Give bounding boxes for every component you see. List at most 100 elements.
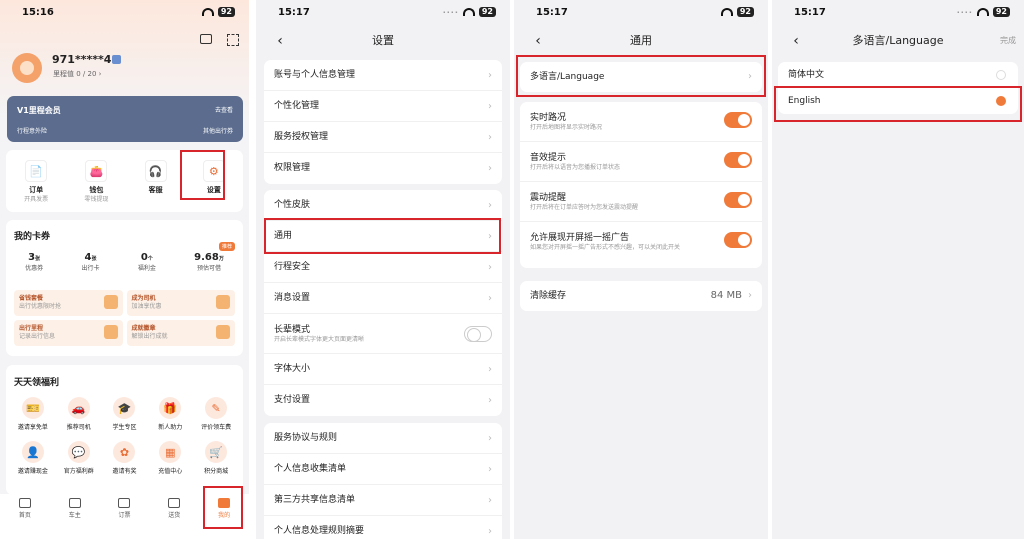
settings-row[interactable]: 个性皮肤 › (264, 190, 502, 221)
welfare-icon: 🎓 (113, 397, 136, 419)
avatar[interactable] (12, 53, 42, 83)
stat-3[interactable]: 9.68万 预估可借 (194, 252, 224, 272)
welfare-label: 邀请享免单 (17, 424, 48, 431)
settings-row[interactable]: 字体大小 › (264, 354, 502, 385)
done-button[interactable]: 完成 (1000, 30, 1016, 52)
welfare-icon: 🛒 (205, 441, 228, 463)
settings-row[interactable]: 个人信息收集清单 › (264, 454, 502, 485)
welfare-icon: 💬 (67, 441, 90, 463)
toggle-label: 震动提醒 (530, 193, 567, 203)
page-title: 多语言/Language (852, 34, 944, 47)
settings-row[interactable]: 账号与个人信息管理 › (264, 60, 502, 91)
message-icon[interactable] (200, 34, 212, 44)
status-time: 15:17 (794, 7, 826, 18)
chevron-right-icon: › (488, 464, 492, 475)
back-icon[interactable]: ‹ (786, 30, 806, 52)
toggle-switch[interactable] (724, 232, 752, 248)
settings-row-label: 个性化管理 (274, 101, 320, 111)
settings-row[interactable]: 支付设置 › (264, 385, 502, 416)
settings-row[interactable]: 通用 › (264, 221, 502, 252)
elder-mode-toggle[interactable] (464, 326, 492, 342)
tab-icon (68, 498, 81, 508)
welfare-item-5[interactable]: 👤 邀请赚现金 (10, 441, 56, 475)
tab-1[interactable]: 车主 (68, 498, 81, 539)
shortcut-label: 钱包 (89, 186, 104, 194)
shortcut-label: 订单 (29, 186, 44, 194)
chevron-right-icon: › (488, 526, 492, 537)
welfare-label: 邀请赚现金 (17, 468, 48, 475)
settings-row[interactable]: 服务授权管理 › (264, 122, 502, 153)
stat-1[interactable]: 4张 出行卡 (81, 252, 99, 272)
welfare-item-0[interactable]: 🎫 邀请享免单 (10, 397, 56, 431)
welfare-item-8[interactable]: ▦ 充值中心 (147, 441, 193, 475)
welfare-item-6[interactable]: 💬 官方福利群 (56, 441, 102, 475)
stat-0[interactable]: 3张 优惠券 (25, 252, 43, 272)
promo-3[interactable]: 成就徽章 解锁出行成就 (126, 320, 235, 346)
welfare-label: 学生专区 (112, 424, 137, 431)
shortcut-sub: 开具发票 (24, 196, 49, 203)
settings-row-label: 权限管理 (274, 163, 311, 173)
tab-label: 首页 (18, 512, 31, 519)
shortcut-2[interactable]: 🎧 客服 (144, 160, 167, 204)
settings-row[interactable]: 行程安全 › (264, 252, 502, 283)
settings-row[interactable]: 个人信息处理规则摘要 › (264, 516, 502, 539)
toggle-label: 允许展现开屏摇一摇广告 (530, 233, 630, 243)
vip-link[interactable]: 去查看 (215, 105, 233, 114)
stat-2[interactable]: 0个 福利金 (138, 252, 156, 272)
settings-row-label: 个性皮肤 (274, 200, 311, 210)
welfare-item-7[interactable]: ✿ 邀请有奖 (102, 441, 148, 475)
shortcut-3[interactable]: ⚙ 设置 (202, 160, 225, 204)
chevron-right-icon: › (488, 231, 492, 242)
settings-row[interactable]: 个性化管理 › (264, 91, 502, 122)
shortcut-card: 📄 订单 开具发票 👛 钱包 零钱提现 🎧 客服 ⚙ 设置 (6, 150, 243, 212)
welfare-item-4[interactable]: ✎ 评价领车费 (193, 397, 239, 431)
vip-card[interactable]: V1里程会员 去查看 行程意外险 其他出行券 (7, 96, 243, 142)
settings-screen: 15:17 ···· 92 ‹ 设置 账号与个人信息管理 › 个性化管理 › 服务授权管理 › 权… (256, 0, 510, 539)
tab-4[interactable]: 我的 (218, 498, 230, 539)
promo-0[interactable]: 省钱套餐 出行优惠限时抢 (14, 290, 123, 316)
toggle-switch[interactable] (724, 112, 752, 128)
welfare-card: 天天领福利 🎫 邀请享免单 🚗 推荐司机 🎓 学生专区 🎁 新人助力 ✎ 评价领车费 👤 邀请赚现金 💬… (6, 365, 243, 495)
settings-row-label: 账号与个人信息管理 (274, 70, 356, 80)
settings-group-1: 账号与个人信息管理 › 个性化管理 › 服务授权管理 › 权限管理 › (264, 60, 502, 184)
back-icon[interactable]: ‹ (270, 30, 290, 52)
welfare-label: 评价领车费 (201, 424, 232, 431)
settings-row-label: 行程安全 (274, 262, 311, 272)
welfare-icon: 👤 (21, 441, 44, 463)
welfare-item-3[interactable]: 🎁 新人助力 (147, 397, 193, 431)
settings-row[interactable]: 权限管理 › (264, 153, 502, 184)
cache-row[interactable]: 清除缓存 84 MB › (520, 281, 762, 311)
tab-3[interactable]: 送货 (168, 498, 180, 539)
welfare-item-1[interactable]: 🚗 推荐司机 (56, 397, 102, 431)
welfare-label: 邀请有奖 (112, 468, 137, 475)
stat-unit: 个 (147, 256, 153, 262)
back-icon[interactable]: ‹ (528, 30, 548, 52)
welfare-title: 天天领福利 (14, 378, 60, 388)
chevron-right-icon: › (488, 70, 492, 81)
scan-icon[interactable] (227, 34, 239, 46)
shortcut-1[interactable]: 👛 钱包 零钱提现 (84, 160, 108, 204)
toggle-switch[interactable] (724, 152, 752, 168)
option-english[interactable]: English (778, 88, 1018, 114)
welfare-item-2[interactable]: 🎓 学生专区 (102, 397, 148, 431)
settings-row[interactable]: 消息设置 › (264, 283, 502, 314)
promo-sub: 记录出行信息 (19, 333, 56, 340)
option-chinese[interactable]: 简体中文 (778, 62, 1018, 88)
username: 971*****4 (52, 53, 112, 66)
promo-2[interactable]: 出行里程 记录出行信息 (14, 320, 123, 346)
settings-row-label: 个人信息处理规则摘要 (274, 526, 365, 536)
settings-row[interactable]: 服务协议与规则 › (264, 423, 502, 454)
tab-2[interactable]: 订票 (118, 498, 131, 539)
welfare-item-9[interactable]: 🛒 积分商城 (193, 441, 239, 475)
tab-0[interactable]: 首页 (18, 498, 31, 539)
wifi-icon (976, 8, 989, 16)
settings-row[interactable]: 第三方共享信息清单 › (264, 485, 502, 516)
promo-1[interactable]: 成为司机 加油享优惠 (126, 290, 235, 316)
toggle-sub: 如果您对开屏摇一摇广告形式不感兴趣，可以关闭此开关 (530, 244, 681, 251)
tab-icon (18, 498, 31, 508)
chevron-right-icon: › (488, 364, 492, 375)
language-row[interactable]: 多语言/Language › (520, 62, 762, 92)
language-label: 多语言/Language (530, 72, 605, 82)
shortcut-0[interactable]: 📄 订单 开具发票 (24, 160, 48, 204)
toggle-switch[interactable] (724, 192, 752, 208)
